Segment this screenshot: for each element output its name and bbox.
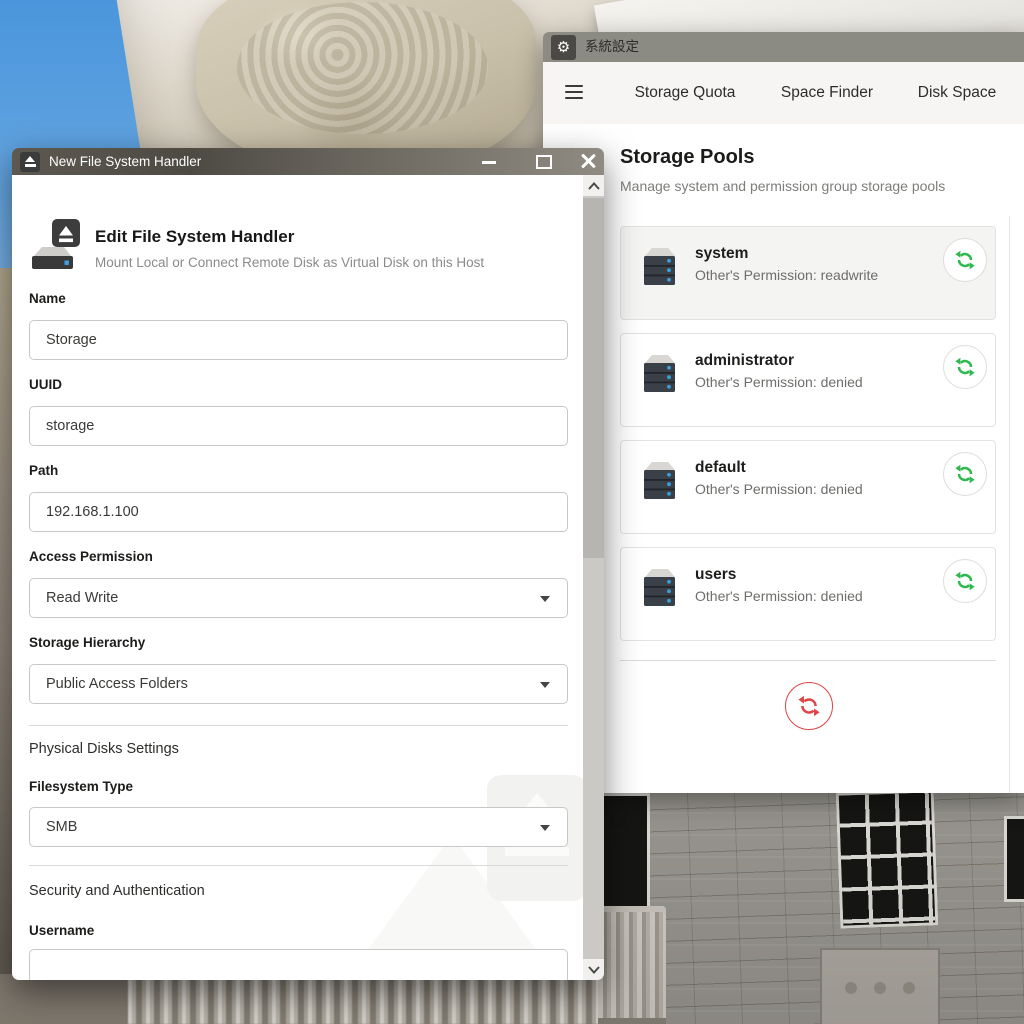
page-subtitle: Manage system and permission group stora… [620, 178, 945, 194]
eject-icon [20, 152, 40, 172]
refresh-pool-button[interactable] [943, 345, 987, 389]
refresh-icon [955, 250, 975, 270]
path-input[interactable] [29, 492, 568, 532]
refresh-icon [798, 695, 820, 717]
refresh-pool-button[interactable] [943, 559, 987, 603]
storage-hierarchy-select[interactable]: Public Access Folders [29, 664, 568, 704]
chevron-down-icon [540, 682, 550, 688]
path-label: Path [29, 463, 58, 478]
dialog-subtitle: Mount Local or Connect Remote Disk as Vi… [95, 255, 484, 270]
refresh-pool-button[interactable] [943, 238, 987, 282]
server-icon [637, 564, 677, 613]
username-label: Username [29, 923, 94, 938]
maximize-button[interactable] [536, 155, 552, 169]
pool-name: users [695, 566, 736, 584]
dialog-window-title: New File System Handler [49, 148, 201, 175]
gear-icon: ⚙ [551, 35, 576, 60]
access-permission-value: Read Write [46, 590, 118, 606]
settings-titlebar[interactable]: ⚙ 系統設定 [543, 32, 1024, 62]
settings-tab[interactable]: Disk Space [918, 62, 996, 124]
filesystem-type-label: Filesystem Type [29, 779, 133, 794]
page-title: Storage Pools [620, 146, 754, 169]
scrollbar-thumb[interactable] [583, 198, 604, 558]
divider [29, 725, 568, 726]
pool-permission: Other's Permission: denied [695, 588, 863, 604]
username-input[interactable] [29, 949, 568, 980]
settings-window-title: 系統設定 [585, 32, 639, 62]
storage-hierarchy-label: Storage Hierarchy [29, 635, 145, 650]
dialog-titlebar[interactable]: New File System Handler [12, 148, 604, 175]
settings-window: ⚙ 系統設定 Storage Quota Space Finder Disk S… [543, 32, 1024, 793]
minimize-button[interactable] [482, 161, 496, 164]
file-system-handler-dialog: New File System Handler [12, 148, 604, 980]
filesystem-type-select[interactable]: SMB [29, 807, 568, 847]
settings-tab[interactable]: Space Finder [781, 62, 873, 124]
storage-pool-card[interactable]: users Other's Permission: denied [620, 547, 996, 641]
access-permission-select[interactable]: Read Write [29, 578, 568, 618]
settings-tab[interactable]: Storage Quota [635, 62, 736, 124]
pool-permission: Other's Permission: denied [695, 481, 863, 497]
chevron-down-icon [540, 825, 550, 831]
dialog-scrollbar[interactable] [583, 175, 604, 980]
scroll-down-icon[interactable] [583, 959, 604, 980]
storage-hierarchy-value: Public Access Folders [46, 676, 188, 692]
menu-icon[interactable] [565, 85, 583, 101]
server-icon [637, 350, 677, 399]
name-label: Name [29, 291, 66, 306]
dialog-body: Edit File System Handler Mount Local or … [12, 175, 604, 980]
settings-toolbar: Storage Quota Space Finder Disk Space [543, 62, 1024, 125]
close-icon[interactable] [579, 152, 597, 170]
scroll-up-icon[interactable] [583, 175, 604, 196]
physical-disks-section-label: Physical Disks Settings [29, 741, 179, 757]
divider [29, 865, 568, 866]
chevron-down-icon [540, 596, 550, 602]
divider [620, 660, 996, 661]
pool-name: default [695, 459, 746, 477]
refresh-pool-button[interactable] [943, 452, 987, 496]
pool-name: system [695, 245, 748, 263]
storage-pool-card[interactable]: administrator Other's Permission: denied [620, 333, 996, 427]
storage-pool-card[interactable]: default Other's Permission: denied [620, 440, 996, 534]
refresh-icon [955, 357, 975, 377]
server-icon [637, 243, 677, 292]
refresh-icon [955, 571, 975, 591]
dialog-title: Edit File System Handler [95, 227, 294, 247]
settings-content: Storage Pools Manage system and permissi… [543, 124, 1024, 793]
uuid-input[interactable] [29, 406, 568, 446]
storage-pool-list: system Other's Permission: readwrite [620, 226, 996, 654]
uuid-label: UUID [29, 377, 62, 392]
refresh-all-button[interactable] [785, 682, 833, 730]
security-section-label: Security and Authentication [29, 883, 205, 899]
name-input[interactable] [29, 320, 568, 360]
refresh-icon [955, 464, 975, 484]
pool-permission: Other's Permission: readwrite [695, 267, 878, 283]
screen: ⚙ 系統設定 Storage Quota Space Finder Disk S… [0, 0, 1024, 1024]
pool-name: administrator [695, 352, 794, 370]
pool-permission: Other's Permission: denied [695, 374, 863, 390]
drive-eject-icon [30, 219, 82, 276]
access-permission-label: Access Permission [29, 549, 153, 564]
storage-pool-card[interactable]: system Other's Permission: readwrite [620, 226, 996, 320]
panel-edge [1009, 216, 1010, 793]
server-icon [637, 457, 677, 506]
filesystem-type-value: SMB [46, 819, 77, 835]
